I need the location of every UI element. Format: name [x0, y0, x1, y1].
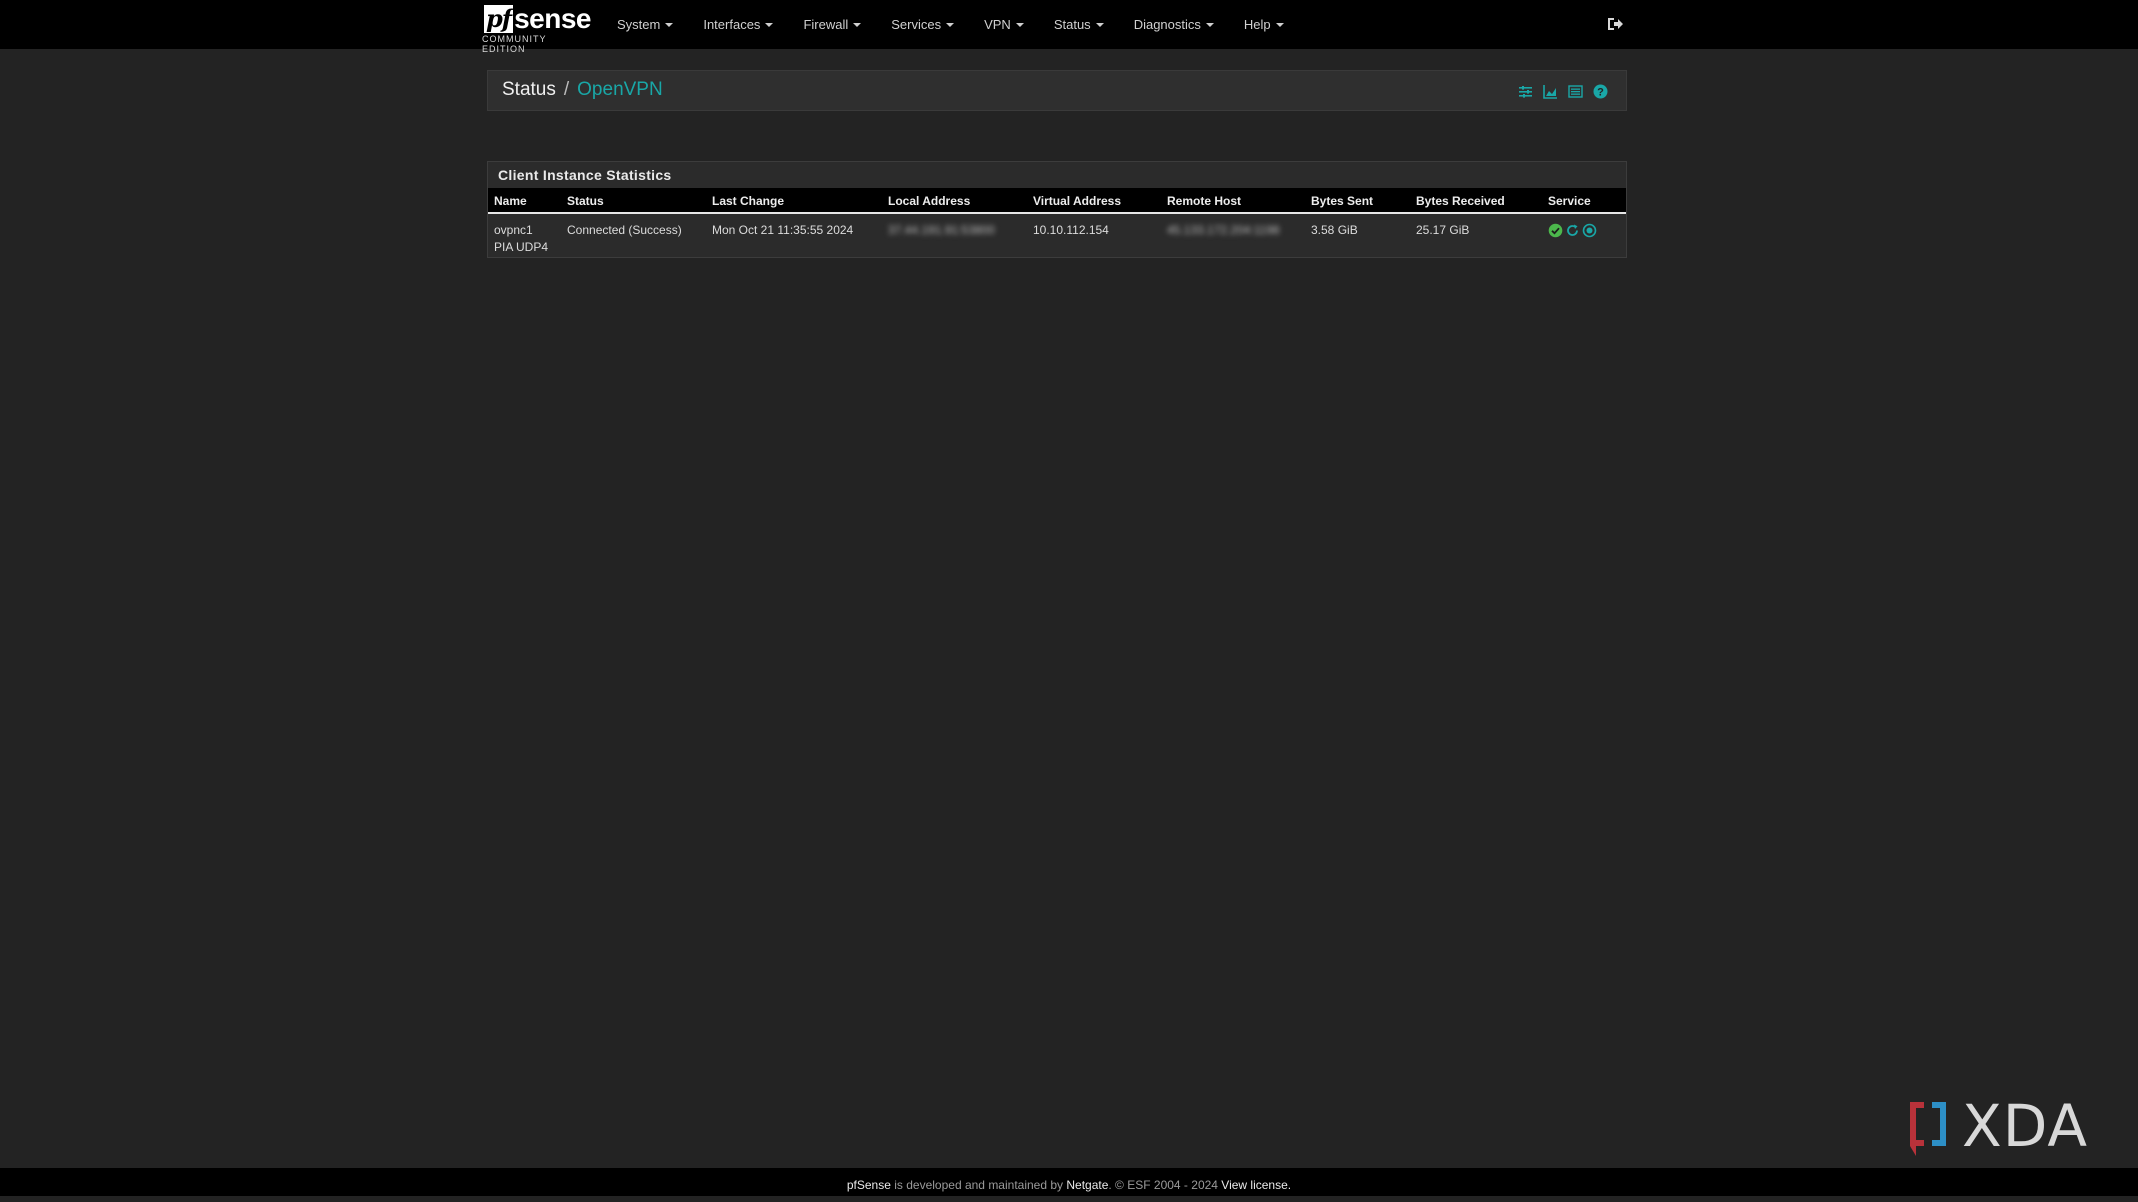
menu-label: Interfaces — [703, 17, 761, 32]
cell-service — [1548, 223, 1597, 238]
caret-down-icon — [765, 22, 774, 27]
breadcrumb-section[interactable]: Status — [502, 79, 556, 101]
caret-down-icon — [946, 22, 955, 27]
cell-bytes-received: 25.17 GiB — [1416, 223, 1470, 237]
breadcrumb-separator: / — [563, 79, 570, 100]
col-service: Service — [1548, 194, 1591, 208]
breadcrumb: Status / OpenVPN — [502, 79, 663, 101]
top-navbar: pf sense COMMUNITY EDITION System Interf… — [0, 0, 2138, 55]
caret-down-icon — [1205, 22, 1214, 27]
table-header: Name Status Last Change Local Address Vi… — [488, 188, 1626, 214]
footer-license-link[interactable]: View license. — [1221, 1178, 1291, 1192]
col-status: Status — [567, 194, 604, 208]
cell-status: Connected (Success) — [567, 223, 682, 237]
client-description: PIA UDP4 — [494, 240, 549, 254]
cell-virtual-address: 10.10.112.154 — [1033, 223, 1109, 237]
sliders-icon[interactable] — [1518, 84, 1533, 99]
menu-label: System — [617, 17, 661, 32]
caret-down-icon — [665, 22, 674, 27]
xda-bracket-logo — [1910, 1102, 1946, 1156]
client-statistics-panel: Client Instance Statistics Name Status L… — [487, 161, 1627, 258]
menu-label: Status — [1053, 17, 1091, 32]
table-row: ovpnc1 PIA UDP4 Connected (Success) Mon … — [488, 216, 1626, 258]
cell-bytes-sent: 3.58 GiB — [1311, 223, 1358, 237]
menu-status[interactable]: Status — [1039, 0, 1119, 49]
footer-copyright: . © ESF 2004 - 2024 — [1108, 1178, 1222, 1192]
menu-help[interactable]: Help — [1229, 0, 1299, 49]
pfsense-logo[interactable]: pf sense COMMUNITY EDITION — [480, 3, 592, 55]
logo-sense: sense — [514, 3, 592, 34]
xda-text: XDA — [1962, 1092, 2089, 1160]
xda-watermark: XDA — [1906, 1092, 2106, 1160]
menu-label: Diagnostics — [1133, 17, 1201, 32]
cell-local-address: 37.44.191.91:53800 — [888, 223, 995, 237]
menu-label: Services — [891, 17, 942, 32]
menu-label: Help — [1243, 17, 1271, 32]
menu-firewall[interactable]: Firewall — [788, 0, 876, 49]
menu-label: VPN — [984, 17, 1011, 32]
logo-pf: pf — [484, 4, 514, 33]
caret-down-icon — [1015, 22, 1024, 27]
restart-icon[interactable] — [1565, 223, 1580, 238]
panel-title: Client Instance Statistics — [488, 162, 1626, 188]
col-local-address: Local Address — [888, 194, 971, 208]
main-menu: System Interfaces Firewall Services VPN … — [602, 0, 1299, 49]
client-id: ovpnc1 — [494, 223, 533, 237]
area-chart-icon[interactable] — [1543, 84, 1558, 99]
menu-system[interactable]: System — [602, 0, 688, 49]
menu-label: Firewall — [803, 17, 849, 32]
list-alt-icon[interactable] — [1568, 84, 1583, 99]
cell-name: ovpnc1 PIA UDP4 — [494, 222, 548, 256]
col-name: Name — [494, 194, 527, 208]
sign-out-icon[interactable] — [1605, 14, 1625, 34]
check-circle-icon — [1548, 223, 1563, 238]
stop-circle-icon[interactable] — [1582, 223, 1597, 238]
breadcrumb-shortcuts: ? — [1518, 84, 1608, 99]
breadcrumb-bar: Status / OpenVPN ? — [487, 70, 1627, 111]
menu-diagnostics[interactable]: Diagnostics — [1119, 0, 1229, 49]
col-virtual-address: Virtual Address — [1033, 194, 1122, 208]
caret-down-icon — [1095, 22, 1104, 27]
logo-edition: COMMUNITY EDITION — [482, 34, 547, 54]
svg-text:?: ? — [1597, 87, 1604, 99]
cell-last-change: Mon Oct 21 11:35:55 2024 — [712, 223, 854, 237]
menu-vpn[interactable]: VPN — [969, 0, 1039, 49]
col-bytes-received: Bytes Received — [1416, 194, 1505, 208]
caret-down-icon — [1275, 22, 1284, 27]
cell-remote-host: 45.133.172.204:1198 — [1167, 223, 1280, 237]
menu-interfaces[interactable]: Interfaces — [688, 0, 788, 49]
menu-services[interactable]: Services — [876, 0, 969, 49]
col-last-change: Last Change — [712, 194, 785, 208]
footer-netgate-link[interactable]: Netgate — [1066, 1178, 1108, 1192]
breadcrumb-current-page[interactable]: OpenVPN — [577, 79, 663, 101]
footer-text: is developed and maintained by — [890, 1178, 1067, 1192]
question-circle-icon[interactable]: ? — [1593, 84, 1608, 99]
col-bytes-sent: Bytes Sent — [1311, 194, 1374, 208]
footer: pfSense is developed and maintained by N… — [0, 1168, 2138, 1196]
caret-down-icon — [853, 22, 862, 27]
col-remote-host: Remote Host — [1167, 194, 1242, 208]
footer-pfsense-link[interactable]: pfSense — [847, 1178, 891, 1192]
